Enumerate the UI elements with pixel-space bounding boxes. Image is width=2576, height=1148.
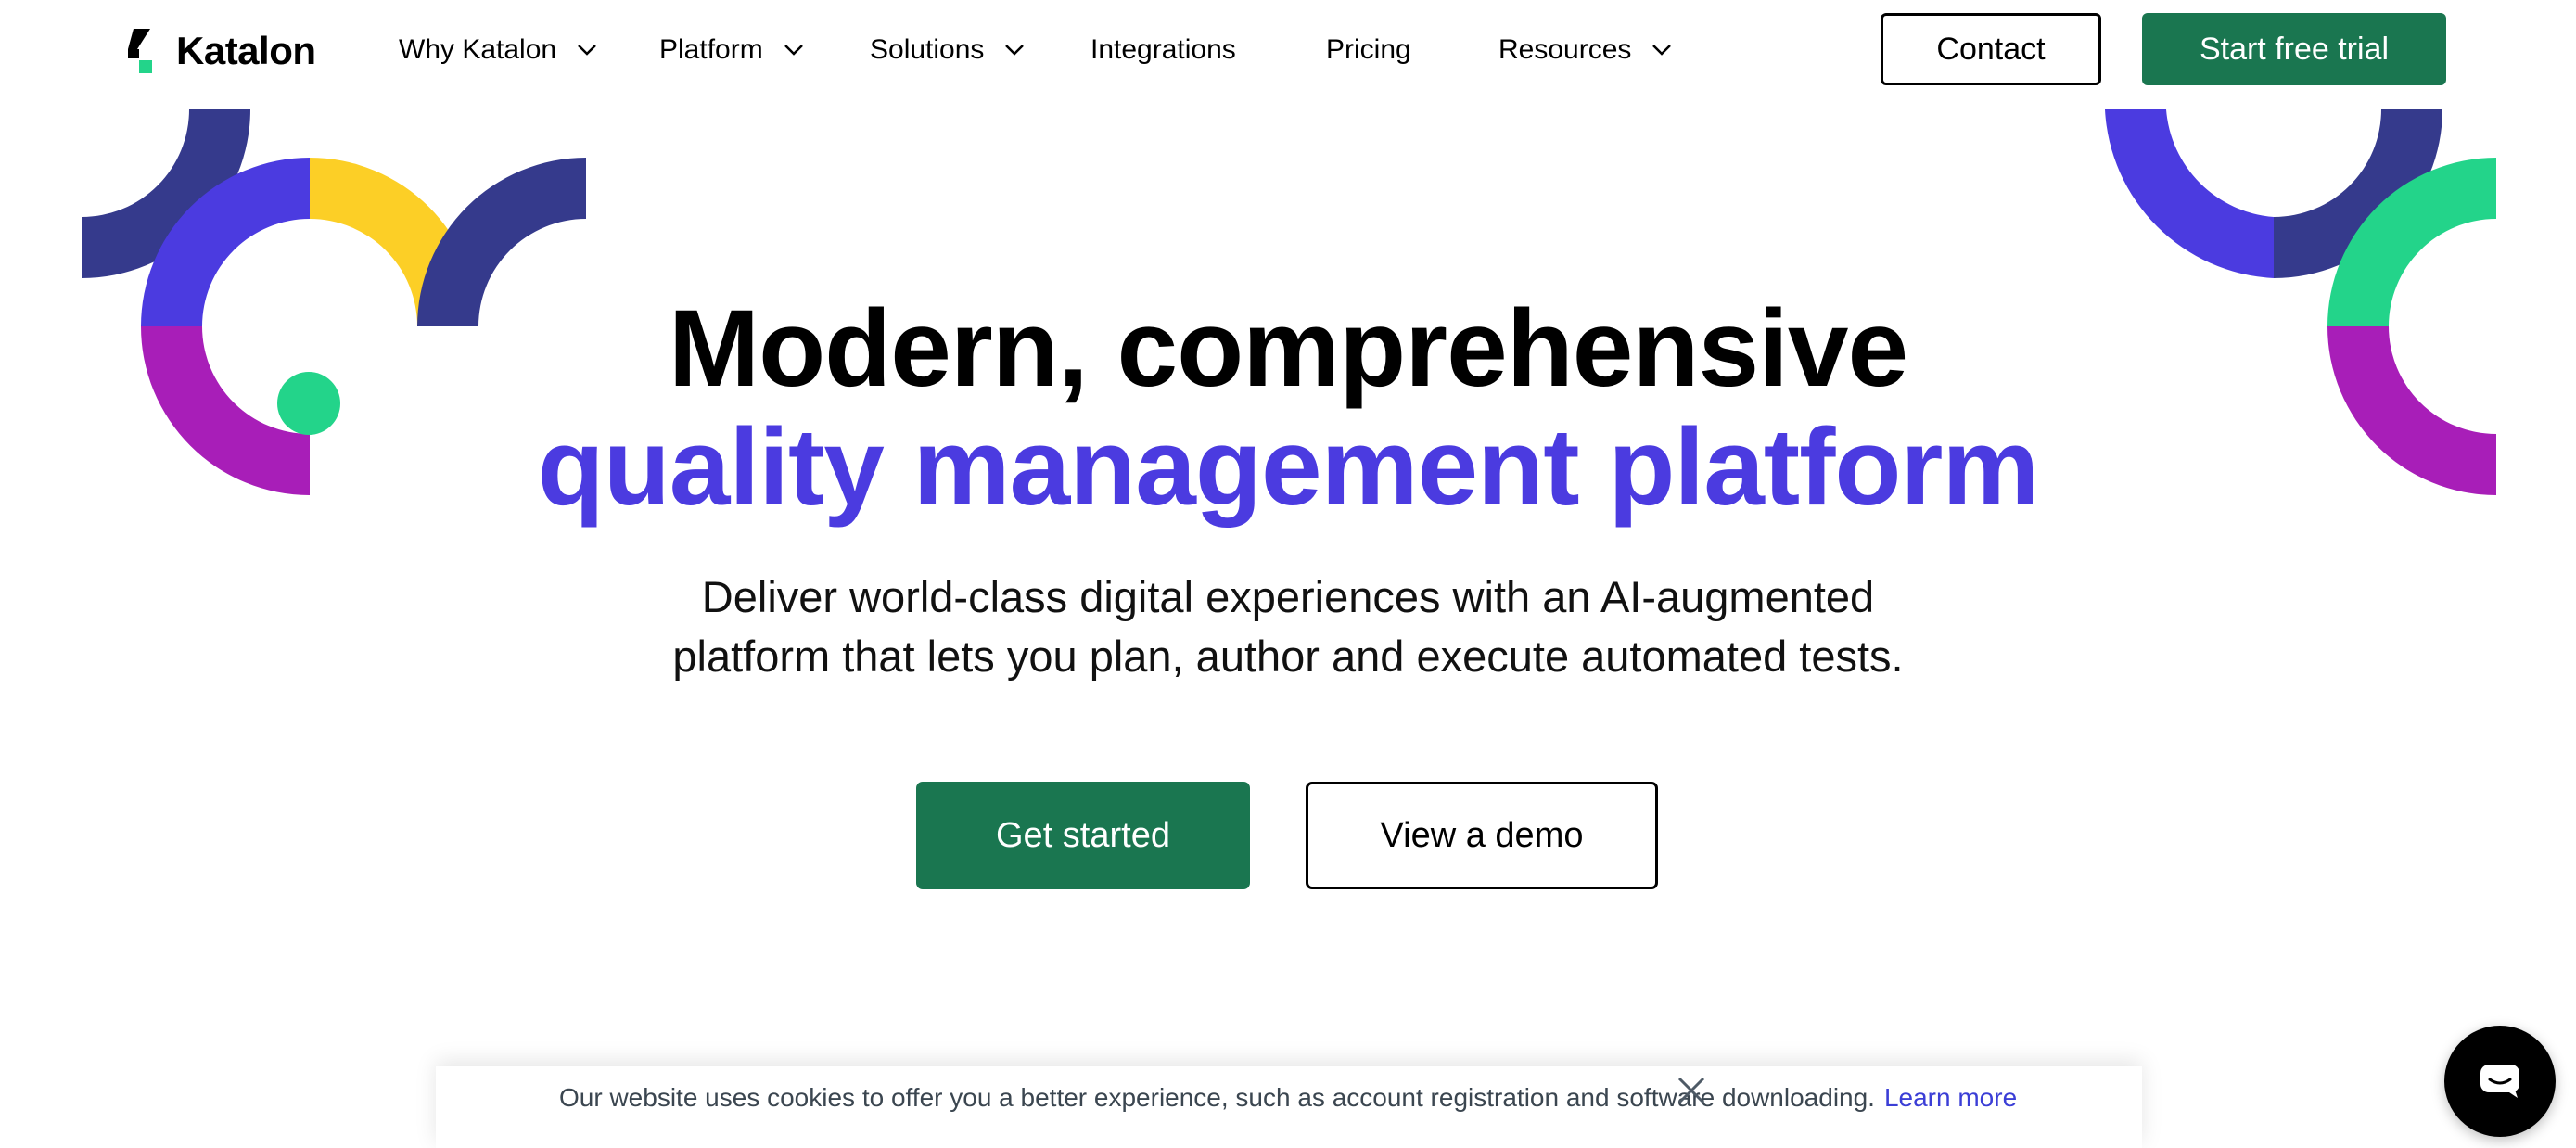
hero-title-line-2: quality management platform	[537, 406, 2040, 529]
cookie-message: Our website uses cookies to offer you a …	[559, 1083, 2017, 1113]
nav-item-pricing[interactable]: Pricing	[1326, 26, 1411, 74]
nav-item-resources[interactable]: Resources	[1498, 26, 1672, 74]
nav-item-label: Platform	[659, 34, 763, 65]
learn-more-link[interactable]: Learn more	[1884, 1083, 2017, 1112]
nav-item-solutions[interactable]: Solutions	[870, 26, 1025, 74]
contact-button[interactable]: Contact	[1881, 13, 2101, 85]
close-icon	[1677, 1077, 1705, 1104]
get-started-button[interactable]: Get started	[916, 782, 1250, 889]
view-demo-button[interactable]: View a demo	[1306, 782, 1658, 889]
hero-subtitle-line-1: Deliver world-class digital experiences …	[701, 572, 1875, 621]
hero-subtitle: Deliver world-class digital experiences …	[0, 568, 2576, 686]
nav-item-label: Resources	[1498, 34, 1632, 65]
cookie-close-button[interactable]	[1671, 1070, 1712, 1111]
hero-subtitle-line-2: platform that lets you plan, author and …	[672, 631, 1904, 681]
chevron-down-icon	[1005, 45, 1025, 56]
chat-bubble-icon	[2480, 1065, 2519, 1098]
hero-title-line-1: Modern, comprehensive	[668, 287, 1908, 410]
chevron-down-icon	[1652, 45, 1672, 56]
chat-button[interactable]	[2444, 1026, 2556, 1137]
chevron-down-icon	[784, 45, 803, 56]
nav-item-integrations[interactable]: Integrations	[1090, 26, 1236, 74]
nav-item-label: Pricing	[1326, 34, 1411, 65]
nav-item-platform[interactable]: Platform	[659, 26, 804, 74]
nav-item-label: Solutions	[870, 34, 985, 65]
cookie-banner: Our website uses cookies to offer you a …	[436, 1066, 2142, 1148]
nav-item-label: Integrations	[1090, 34, 1236, 65]
hero-title: Modern, comprehensive quality management…	[0, 289, 2576, 527]
